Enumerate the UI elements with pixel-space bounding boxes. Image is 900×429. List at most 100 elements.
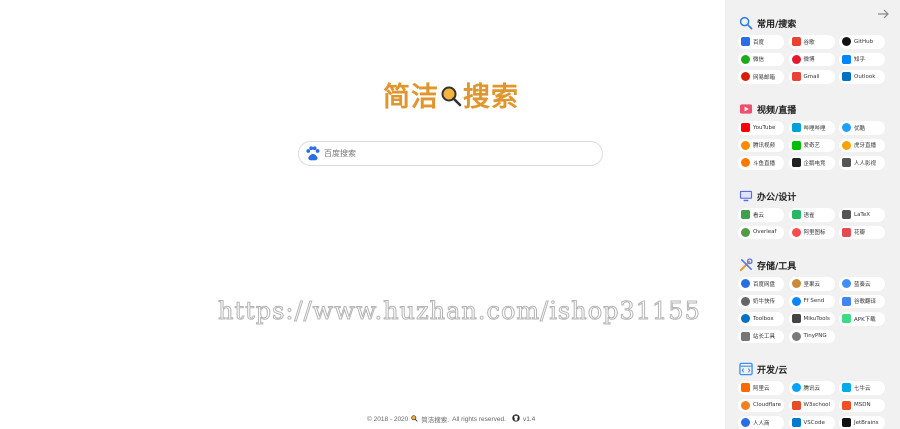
logo-text-right: 搜索 [463,81,519,113]
link-chip[interactable]: 微博 [788,52,835,66]
link-chip[interactable]: TinyPNG [788,329,835,343]
link-chip[interactable]: 谷歌 [788,35,835,49]
link-chip[interactable]: 站长工具 [738,329,784,343]
magnifier-icon [440,83,462,107]
link-chip[interactable]: GitHub [839,35,885,49]
link-chip[interactable]: Overleaf [738,225,784,239]
main-area: 简洁 搜索 https://www.huzhan.com/ishop31155 … [0,0,725,429]
link-chip[interactable]: MSDN [839,398,885,412]
link-chip[interactable]: 人人商 [738,416,784,429]
link-chip[interactable]: JetBrains [839,416,885,429]
link-chip[interactable]: VSCode [788,416,835,429]
link-chip[interactable]: 百度网盘 [738,277,784,291]
code-icon [738,362,753,377]
overleaf-icon [741,227,750,237]
video-icon [738,102,753,117]
link-chip[interactable]: MikuTools [788,312,835,326]
link-chip[interactable]: 网易邮箱 [738,70,784,84]
egame-icon [791,158,801,168]
link-chip[interactable]: 斗鱼直播 [738,156,784,170]
qiniu-icon [842,383,851,393]
link-chip[interactable]: 语雀 [788,208,835,222]
link-chip[interactable]: 企鹅电竞 [788,156,835,170]
link-chip[interactable]: 阿里云 [738,381,784,395]
link-chip[interactable]: 奶牛快传 [738,294,784,308]
link-grid: 阿里云 腾讯云 七牛云 Cloudflare W3school MSDN 人人商… [738,381,898,429]
section-office-design: 办公/设计 看云 语雀 LaTeX Overleaf 阿里图标 花瓣 [738,188,898,239]
link-chip[interactable]: YouTube [738,121,784,135]
baidu-icon [741,37,750,47]
lanzou-icon [842,279,851,289]
tinypng-icon [791,331,801,341]
tencent-cloud-icon [791,383,801,393]
link-grid: YouTube 哔哩哔哩 优酷 腾讯视频 爱奇艺 虎牙直播 斗鱼直播 企鹅电竞 … [738,121,898,170]
douyu-icon [741,158,750,168]
w3school-icon [791,400,801,410]
section-title: 开发/云 [757,365,788,376]
link-chip[interactable]: 优酷 [839,121,885,135]
jetbrains-icon [842,418,851,428]
link-chip[interactable]: APK下载 [839,312,885,326]
outlook-icon [842,72,851,82]
footer-brand[interactable]: 简洁搜索. [421,414,449,424]
link-chip[interactable]: 谷歌翻译 [839,294,885,308]
link-chip[interactable]: 百度 [738,35,784,49]
link-grid: 百度网盘 坚果云 蓝奏云 奶牛快传 Ff Send 谷歌翻译 Toolbox M… [738,277,898,343]
gmail-icon [791,72,801,82]
renren-icon [741,418,750,428]
section-title: 存储/工具 [757,261,797,272]
apk-icon [842,314,851,324]
link-grid: 百度 谷歌 GitHub 微信 微博 知乎 网易邮箱 Gmail Outlook [738,35,898,84]
tools-icon [738,258,753,273]
link-chip[interactable]: LaTeX [839,208,885,222]
toolbox-icon [741,314,750,324]
github-icon [842,37,851,47]
section-title: 办公/设计 [757,192,797,203]
link-chip[interactable]: Cloudflare [738,398,784,412]
site-logo: 简洁 搜索 [383,76,519,113]
section-header: 视频/直播 [738,101,898,117]
link-chip[interactable]: Ff Send [788,294,835,308]
youku-icon [842,123,851,133]
link-chip[interactable]: W3school [788,398,835,412]
iconfont-icon [791,227,801,237]
link-chip[interactable]: 人人影视 [839,156,885,170]
link-chip[interactable]: 哔哩哔哩 [788,121,835,135]
netease-mail-icon [741,72,750,82]
baidu-paw-icon[interactable] [302,144,322,164]
huya-icon [842,140,851,150]
search-input[interactable] [324,149,584,158]
link-chip[interactable]: 腾讯视频 [738,138,784,152]
link-grid: 看云 语雀 LaTeX Overleaf 阿里图标 花瓣 [738,208,898,239]
zhihu-icon [842,54,851,64]
baidu-pan-icon [741,279,750,289]
iqiyi-icon [791,140,801,150]
link-chip[interactable]: 知乎 [839,52,885,66]
google-translate-icon [842,296,851,306]
link-chip[interactable]: Gmail [788,70,835,84]
monitor-icon [738,189,753,204]
link-chip[interactable]: 坚果云 [788,277,835,291]
link-chip[interactable]: Outlook [839,70,885,84]
link-chip[interactable]: 爱奇艺 [788,138,835,152]
section-video-live: 视频/直播 YouTube 哔哩哔哩 优酷 腾讯视频 爱奇艺 虎牙直播 斗鱼直播… [738,101,898,170]
link-chip[interactable]: 阿里图标 [788,225,835,239]
yuque-icon [791,210,801,220]
link-chip[interactable]: Toolbox [738,312,784,326]
link-chip[interactable]: 虎牙直播 [839,138,885,152]
link-chip[interactable]: 蓝奏云 [839,277,885,291]
section-header: 办公/设计 [738,188,898,204]
msdn-icon [842,400,851,410]
link-chip[interactable]: 花瓣 [839,225,885,239]
weibo-icon [791,54,801,64]
link-chip[interactable]: 腾讯云 [788,381,835,395]
github-icon[interactable] [512,414,520,424]
link-chip[interactable]: 微信 [738,52,784,66]
rrys-icon [842,158,851,168]
link-chip[interactable]: 看云 [738,208,784,222]
sidebar: 常用/搜索 百度 谷歌 GitHub 微信 微博 知乎 网易邮箱 Gmail O… [725,0,900,429]
footer-version[interactable]: v1.4 [523,416,535,423]
link-chip[interactable]: 七牛云 [839,381,885,395]
search-box[interactable] [298,141,603,166]
tencent-video-icon [741,140,750,150]
